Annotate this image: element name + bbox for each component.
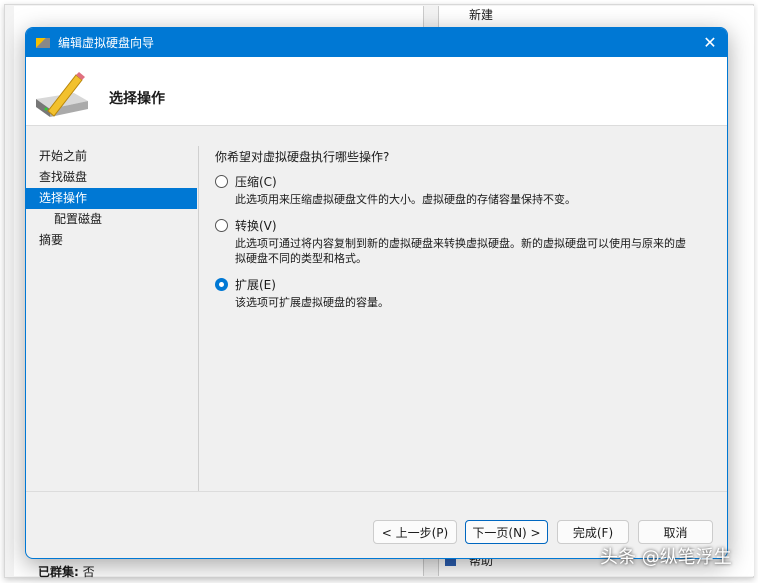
radio-circle[interactable]: [215, 219, 228, 232]
watermark: 头条 @纵笔浮生: [600, 547, 732, 568]
step-summary[interactable]: 摘要: [26, 230, 197, 251]
clustered-label: 已群集:: [38, 565, 79, 579]
convert-description: 此选项可通过将内容复制到新的虚拟硬盘来转换虚拟硬盘。新的虚拟硬盘可以使用与原来的…: [235, 237, 686, 265]
step-before-you-begin[interactable]: 开始之前: [26, 146, 197, 167]
step-locate-disk[interactable]: 查找磁盘: [26, 167, 197, 188]
question-label: 你希望对虚拟硬盘执行哪些操作?: [215, 150, 390, 164]
clustered-value: 否: [82, 565, 95, 579]
divider: [198, 146, 199, 491]
radio-expand[interactable]: 扩展(E): [215, 276, 715, 293]
wizard-steps: 开始之前 查找磁盘 选择操作 配置磁盘 摘要: [26, 146, 197, 251]
close-icon[interactable]: ✕: [693, 33, 727, 52]
cancel-button[interactable]: 取消: [638, 520, 713, 544]
finish-button[interactable]: 完成(F): [557, 520, 629, 544]
radio-compact[interactable]: 压缩(C): [215, 173, 715, 190]
action-options: 你希望对虚拟硬盘执行哪些操作? 压缩(C) 此选项用来压缩虚拟硬盘文件的大小。虚…: [215, 148, 715, 310]
action-new[interactable]: 新建: [469, 6, 493, 23]
title-bar: 编辑虚拟硬盘向导 ✕: [26, 28, 727, 57]
radio-label: 压缩(C): [235, 175, 277, 189]
radio-label: 扩展(E): [235, 278, 276, 292]
step-choose-action[interactable]: 选择操作: [26, 188, 197, 209]
radio-convert[interactable]: 转换(V): [215, 217, 715, 234]
radio-circle-selected[interactable]: [215, 278, 228, 291]
expand-description: 该选项可扩展虚拟硬盘的容量。: [235, 296, 389, 309]
compact-description: 此选项用来压缩虚拟硬盘文件的大小。虚拟硬盘的存储容量保持不变。: [235, 193, 576, 206]
radio-circle[interactable]: [215, 175, 228, 188]
window-title: 编辑虚拟硬盘向导: [58, 36, 155, 50]
radio-label: 转换(V): [235, 219, 277, 233]
page-title: 选择操作: [109, 91, 165, 107]
previous-button[interactable]: < 上一步(P): [373, 520, 457, 544]
next-button[interactable]: 下一页(N) >: [465, 520, 548, 544]
step-configure-disk[interactable]: 配置磁盘: [26, 209, 197, 230]
clustered-field: 已群集: 否: [38, 563, 95, 580]
edit-vhd-wizard: 编辑虚拟硬盘向导 ✕ 选择操作 开始之前 查找磁盘 选择操作 配置磁盘 摘要 你…: [25, 27, 728, 559]
wizard-header: 选择操作: [26, 57, 727, 126]
wizard-icon: [36, 37, 50, 48]
disk-pencil-icon: [36, 72, 88, 117]
